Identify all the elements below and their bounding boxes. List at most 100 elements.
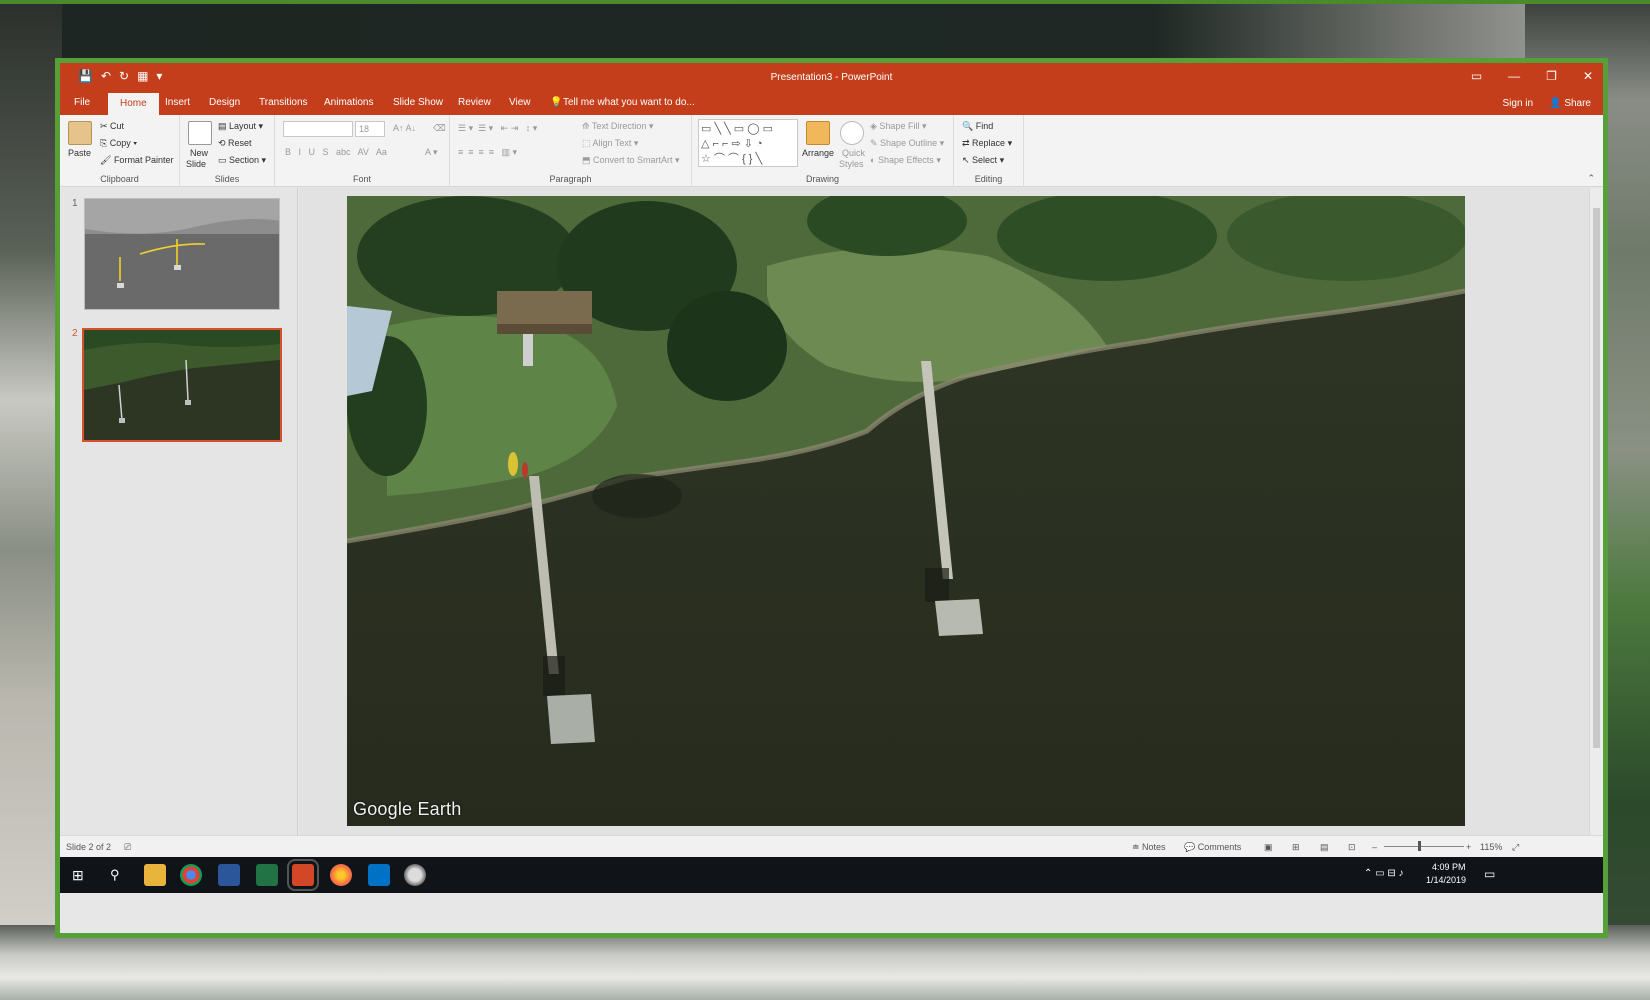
- slide-thumbnail-2[interactable]: [82, 328, 282, 442]
- fit-slide-icon[interactable]: ⤢: [1512, 842, 1519, 853]
- zoom-slider[interactable]: [1384, 846, 1464, 847]
- bullets-icon[interactable]: ☰ ▾ ☰ ▾ ⇤ ⇥ ↕ ▾: [458, 123, 537, 134]
- shape-fill-button[interactable]: ◈ Shape Fill ▾: [870, 121, 926, 132]
- new-slide-label-2[interactable]: Slide: [186, 159, 206, 169]
- reading-view-icon[interactable]: ▤: [1320, 842, 1329, 853]
- zoom-slider-thumb[interactable]: [1418, 841, 1421, 851]
- close-icon[interactable]: ✕: [1583, 69, 1593, 83]
- powerpoint-icon[interactable]: [287, 859, 319, 891]
- notes-button[interactable]: ≐ Notes: [1132, 842, 1166, 853]
- comments-button[interactable]: 💬 Comments: [1184, 842, 1241, 853]
- tray-icons[interactable]: ⌃ ▭ ⊟ ♪: [1364, 868, 1404, 879]
- tab-slide-show[interactable]: Slide Show: [393, 97, 443, 108]
- tab-file[interactable]: File: [74, 97, 90, 108]
- zoom-level[interactable]: 115%: [1480, 842, 1502, 852]
- editing-label: Editing: [974, 174, 1003, 184]
- slide-count: Slide 2 of 2: [66, 842, 112, 852]
- replace-button[interactable]: ⇄ Replace ▾: [962, 138, 1012, 149]
- current-slide[interactable]: Google Earth: [347, 196, 1465, 826]
- align-icon[interactable]: ≡ ≡ ≡ ≡ ▥ ▾: [458, 147, 517, 158]
- shape-outline-button[interactable]: ✎ Shape Outline ▾: [870, 138, 944, 149]
- text-direction-button[interactable]: ⟰ Text Direction ▾: [582, 121, 653, 132]
- outlook-icon[interactable]: [368, 864, 390, 886]
- scrollbar-thumb[interactable]: [1593, 208, 1600, 748]
- lightbulb-icon: 💡: [550, 97, 563, 108]
- align-text-button[interactable]: ⬚ Align Text ▾: [582, 138, 638, 149]
- chrome-icon[interactable]: [180, 864, 202, 886]
- zoom-in-icon[interactable]: +: [1466, 842, 1471, 852]
- section-button[interactable]: ▭ Section ▾: [218, 155, 266, 166]
- windows-taskbar: ⊞ ⚲ ⌃ ▭ ⊟ ♪ 4:09 PM 1/14/2019 ▭: [60, 857, 1603, 893]
- action-center-icon[interactable]: ▭: [1484, 867, 1495, 881]
- find-button[interactable]: 🔍 Find: [962, 121, 993, 132]
- aerial-photo: [347, 196, 1465, 826]
- person-icon: 👤: [1549, 98, 1562, 109]
- minimize-icon[interactable]: —: [1508, 69, 1520, 83]
- thumb-number-1: 1: [72, 198, 78, 209]
- font-size-box[interactable]: 18: [355, 121, 385, 137]
- zoom-out-icon[interactable]: –: [1372, 842, 1377, 852]
- title-bar: 💾 ↶ ↻ ▦ ▾ Presentation3 - PowerPoint ▭ —…: [60, 63, 1603, 93]
- tab-insert[interactable]: Insert: [165, 97, 190, 108]
- clear-formatting-icon[interactable]: ⌫: [433, 123, 446, 134]
- group-slides: New Slide ▤ Layout ▾ ⟲ Reset ▭ Section ▾…: [180, 115, 275, 187]
- share-label: Share: [1564, 98, 1591, 109]
- paste-icon[interactable]: [68, 121, 92, 145]
- shape-effects-button[interactable]: ◐ Shape Effects ▾: [870, 155, 941, 166]
- restore-icon[interactable]: ❐: [1546, 69, 1557, 83]
- new-slide-icon[interactable]: [188, 121, 212, 145]
- tell-me-box[interactable]: Tell me what you want to do...: [563, 97, 695, 108]
- font-name-box[interactable]: [283, 121, 353, 137]
- slide-editing-area: Google Earth: [299, 188, 1589, 835]
- spelling-icon[interactable]: ⎚: [124, 842, 131, 853]
- firefox-icon[interactable]: [330, 864, 352, 886]
- slideshow-view-icon[interactable]: ⊡: [1348, 842, 1356, 853]
- layout-button[interactable]: ▤ Layout ▾: [218, 121, 263, 132]
- search-icon[interactable]: ⚲: [110, 867, 120, 883]
- group-editing: 🔍 Find ⇄ Replace ▾ ↖ Select ▾ Editing: [954, 115, 1024, 187]
- clock-date[interactable]: 1/14/2019: [1426, 875, 1466, 885]
- ribbon-display-icon[interactable]: ▭: [1471, 69, 1482, 83]
- convert-smartart-button[interactable]: ⬒ Convert to SmartArt ▾: [582, 155, 680, 166]
- clock-time[interactable]: 4:09 PM: [1432, 862, 1466, 872]
- slide-thumbnails-pane: 1 2: [60, 188, 298, 835]
- quick-styles-label-2[interactable]: Styles: [839, 159, 864, 169]
- tab-transitions[interactable]: Transitions: [259, 97, 308, 108]
- copy-button[interactable]: ⎘ Copy ▾: [100, 138, 137, 149]
- normal-view-icon[interactable]: ▣: [1264, 842, 1273, 853]
- slide-thumbnail-1[interactable]: [84, 198, 280, 310]
- arrange-icon[interactable]: [806, 121, 830, 145]
- excel-icon[interactable]: [256, 864, 278, 886]
- group-paragraph: ☰ ▾ ☰ ▾ ⇤ ⇥ ↕ ▾ ⟰ Text Direction ▾ ⬚ Ali…: [450, 115, 692, 187]
- shapes-gallery[interactable]: ▭ ╲ ╲ ▭ ◯ ▭ △ ⌐ ⌐ ⇨ ⇩ ◔ ☆ ⌒ ⌒ { } ╲: [698, 119, 798, 167]
- select-button[interactable]: ↖ Select ▾: [962, 155, 1004, 166]
- arrange-button[interactable]: Arrange: [802, 148, 834, 158]
- bold-icon[interactable]: B I U S abc AV Aa: [285, 147, 387, 157]
- vertical-scrollbar[interactable]: [1589, 188, 1603, 835]
- quick-styles-label-1[interactable]: Quick: [842, 148, 865, 158]
- google-earth-icon[interactable]: [404, 864, 426, 886]
- tab-view[interactable]: View: [509, 97, 531, 108]
- new-slide-label-1[interactable]: New: [190, 148, 208, 158]
- format-painter-button[interactable]: 🖌 Format Painter: [100, 155, 173, 166]
- slide-sorter-icon[interactable]: ⊞: [1292, 842, 1300, 853]
- status-bar: Slide 2 of 2 ⎚ ≐ Notes 💬 Comments ▣ ⊞ ▤ …: [60, 835, 1603, 857]
- group-clipboard: Paste ✂ Cut ⎘ Copy ▾ 🖌 Format Painter Cl…: [60, 115, 180, 187]
- tab-design[interactable]: Design: [209, 97, 240, 108]
- word-icon[interactable]: [218, 864, 240, 886]
- cut-button[interactable]: ✂ Cut: [100, 121, 124, 132]
- grow-font-icon[interactable]: A↑ A↓: [393, 123, 416, 133]
- start-icon[interactable]: ⊞: [72, 867, 84, 884]
- tab-review[interactable]: Review: [458, 97, 491, 108]
- file-explorer-icon[interactable]: [144, 864, 166, 886]
- share-button[interactable]: 👤 Share: [1549, 98, 1591, 109]
- font-color-icon[interactable]: A ▾: [425, 147, 438, 158]
- tab-animations[interactable]: Animations: [324, 97, 373, 108]
- quick-styles-icon[interactable]: [840, 121, 864, 145]
- paste-button[interactable]: Paste: [68, 148, 91, 158]
- sign-in-link[interactable]: Sign in: [1503, 98, 1534, 109]
- collapse-ribbon-icon[interactable]: ⌃: [1587, 173, 1595, 184]
- tab-home[interactable]: Home: [108, 93, 159, 115]
- thumb-number-2: 2: [72, 328, 78, 339]
- reset-button[interactable]: ⟲ Reset: [218, 138, 252, 149]
